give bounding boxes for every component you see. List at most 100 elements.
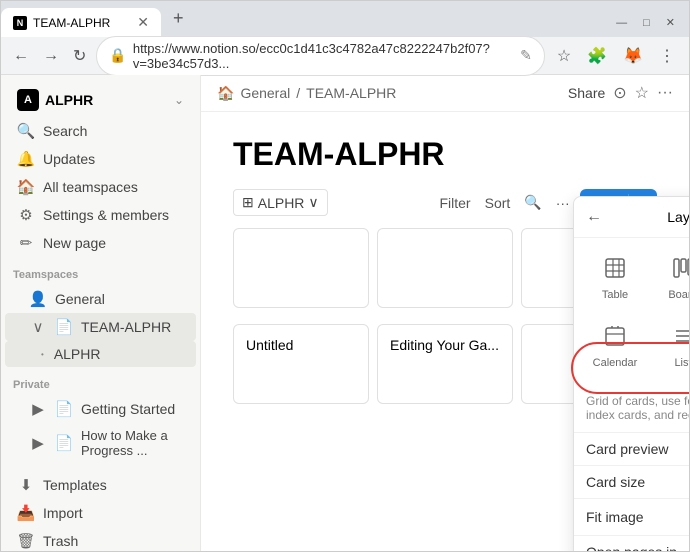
import-icon: 📥 — [17, 504, 35, 522]
how-to-icon: ▶ — [29, 434, 47, 452]
tab-close-button[interactable]: ✕ — [137, 14, 149, 31]
new-tab-button[interactable]: + — [165, 4, 192, 33]
extensions-button[interactable]: 🧩 — [581, 42, 613, 70]
edit-url-icon[interactable]: ✎ — [520, 47, 532, 64]
db-view-selector[interactable]: ⊞ ALPHR ∨ — [233, 189, 328, 216]
tab-title: TEAM-ALPHR — [33, 16, 131, 30]
sidebar-new-page-label: New page — [43, 235, 106, 251]
sidebar-item-trash[interactable]: 🗑 Trash — [5, 527, 196, 551]
panel-header: ← Layout ✕ — [574, 197, 689, 238]
layout-options-grid: Table Board — [574, 238, 689, 388]
sidebar-item-new-page[interactable]: ✏ New page — [5, 229, 196, 257]
sidebar-item-all-teamspaces[interactable]: 🏠 All teamspaces — [5, 173, 196, 201]
sidebar-item-settings[interactable]: ⚙ Settings & members — [5, 201, 196, 229]
card-size-label: Card size — [586, 474, 689, 490]
new-page-icon: ✏ — [17, 234, 35, 252]
sidebar-alphr-label: ALPHR — [54, 346, 101, 362]
layout-option-board[interactable]: Board — [652, 248, 689, 310]
list-layout-label: List — [674, 357, 689, 369]
db-view-chevron-icon: ∨ — [308, 194, 318, 211]
card-size-row[interactable]: Card size Medium › — [574, 466, 689, 499]
search-icon: 🔍 — [17, 122, 35, 140]
browser-menu-button[interactable]: ⋮ — [653, 42, 681, 70]
updates-icon: 🔔 — [17, 150, 35, 168]
sidebar-item-alphr[interactable]: • ALPHR — [5, 341, 196, 367]
refresh-button[interactable]: ↻ — [69, 42, 90, 70]
url-text: https://www.notion.so/ecc0c1d41c3c4782a4… — [133, 41, 514, 71]
fit-image-row[interactable]: Fit image — [574, 499, 689, 536]
sidebar-item-how-to[interactable]: ▶ 📄 How to Make a Progress ... — [5, 423, 196, 463]
list-layout-icon — [672, 325, 689, 353]
gallery-card[interactable] — [377, 228, 513, 308]
layout-option-calendar[interactable]: Calendar — [584, 316, 646, 378]
active-tab[interactable]: N TEAM-ALPHR ✕ — [1, 8, 161, 37]
sidebar-item-team-alphr[interactable]: ∨ 📄 TEAM-ALPHR — [5, 313, 196, 341]
main-content: 🏠 General / TEAM-ALPHR Share ⊙ ☆ ··· TEA… — [201, 75, 689, 551]
search-button[interactable]: 🔍 — [520, 190, 545, 215]
win-maximize[interactable]: □ — [637, 15, 656, 31]
sidebar-getting-started-label: Getting Started — [81, 401, 175, 417]
fit-image-label: Fit image — [586, 509, 689, 525]
layout-option-list[interactable]: List — [652, 316, 689, 378]
filter-button[interactable]: Filter — [435, 191, 474, 215]
general-icon: 👤 — [29, 290, 47, 308]
sidebar-settings-label: Settings & members — [43, 207, 169, 223]
panel-title: Layout — [610, 209, 689, 225]
card-preview-row[interactable]: Card preview Page cover › — [574, 433, 689, 466]
templates-icon: ⬇ — [17, 476, 35, 494]
help-circle-icon[interactable]: ⊙ — [613, 83, 626, 103]
workspace-name: ALPHR — [45, 92, 93, 108]
bookmark-star-button[interactable]: ☆ — [551, 42, 577, 70]
breadcrumb-separator: / — [296, 85, 300, 101]
sidebar-item-templates[interactable]: ⬇ Templates — [5, 471, 196, 499]
board-layout-label: Board — [668, 289, 689, 301]
breadcrumb-page: TEAM-ALPHR — [306, 85, 396, 101]
browser-toolbar: ← → ↻ 🔒 https://www.notion.so/ecc0c1d41c… — [1, 37, 689, 75]
more-options-icon[interactable]: ··· — [657, 84, 673, 102]
panel-back-button[interactable]: ← — [586, 208, 602, 226]
bottom-card-untitled[interactable]: Untitled — [233, 324, 369, 404]
star-icon[interactable]: ☆ — [635, 83, 649, 103]
workspace-chevron-icon: ⌄ — [174, 93, 184, 107]
workspace-icon: A — [17, 89, 39, 111]
share-button[interactable]: Share — [568, 85, 605, 101]
private-section-label: Private — [1, 367, 200, 395]
sidebar-item-import[interactable]: 📥 Import — [5, 499, 196, 527]
panel-description: Grid of cards, use for mood boards, inde… — [574, 388, 689, 433]
bottom-card-editing[interactable]: Editing Your Ga... — [377, 324, 513, 404]
team-alphr-page-icon: 📄 — [55, 318, 73, 336]
sidebar-item-getting-started[interactable]: ▶ 📄 Getting Started — [5, 395, 196, 423]
gallery-card[interactable] — [233, 228, 369, 308]
getting-started-icon: ▶ — [29, 400, 47, 418]
table-layout-label: Table — [602, 289, 628, 301]
sidebar-trash-label: Trash — [43, 533, 78, 549]
sidebar-updates-label: Updates — [43, 151, 95, 167]
card-preview-label: Card preview — [586, 441, 689, 457]
calendar-layout-icon — [604, 325, 626, 353]
tab-favicon: N — [13, 16, 27, 30]
address-bar[interactable]: 🔒 https://www.notion.so/ecc0c1d41c3c4782… — [96, 36, 544, 76]
open-pages-label: Open pages in — [586, 544, 689, 551]
sort-button[interactable]: Sort — [481, 191, 515, 215]
calendar-layout-label: Calendar — [593, 357, 638, 369]
workspace-selector[interactable]: A ALPHR ⌄ — [5, 83, 196, 117]
sidebar-item-general[interactable]: 👤 General — [5, 285, 196, 313]
back-button[interactable]: ← — [9, 43, 33, 69]
more-db-options-button[interactable]: ··· — [552, 191, 574, 215]
page-area: TEAM-ALPHR ⊞ ALPHR ∨ Filter Sort 🔍 ··· — [201, 112, 689, 551]
secure-icon: 🔒 — [109, 47, 126, 64]
open-pages-row[interactable]: Open pages in Center peek › — [574, 536, 689, 551]
sidebar-item-search[interactable]: 🔍 Search — [5, 117, 196, 145]
profile-button[interactable]: 🦊 — [617, 42, 649, 70]
sidebar-item-updates[interactable]: 🔔 Updates — [5, 145, 196, 173]
win-close[interactable]: ✕ — [660, 14, 681, 31]
teamspaces-icon: 🏠 — [17, 178, 35, 196]
sidebar-search-label: Search — [43, 123, 87, 139]
breadcrumb-bar: 🏠 General / TEAM-ALPHR Share ⊙ ☆ ··· — [201, 75, 689, 112]
forward-button[interactable]: → — [39, 43, 63, 69]
sidebar-teamspaces-label: All teamspaces — [43, 179, 138, 195]
win-minimize[interactable]: — — [610, 15, 633, 31]
layout-panel: ← Layout ✕ — [573, 196, 689, 551]
settings-icon: ⚙ — [17, 206, 35, 224]
layout-option-table[interactable]: Table — [584, 248, 646, 310]
